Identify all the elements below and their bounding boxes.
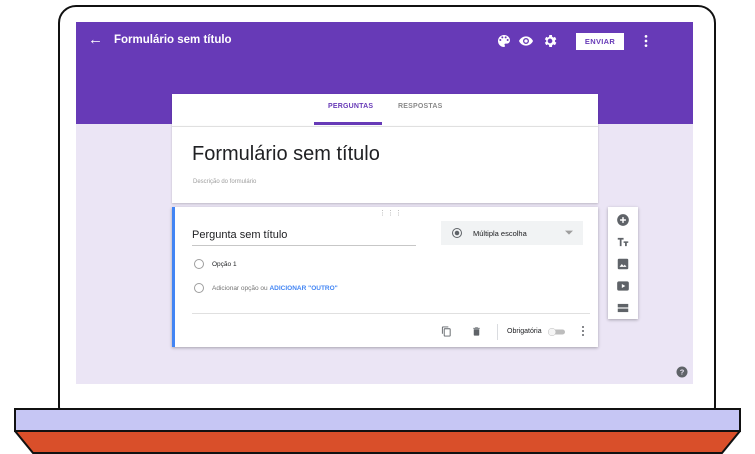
duplicate-icon[interactable] <box>441 326 452 337</box>
add-option-radio <box>194 283 204 293</box>
option-label[interactable]: Opção 1 <box>212 261 237 268</box>
app-screen: ← Formulário sem título ENVIAR PERGUNTAS… <box>76 22 693 384</box>
add-option-row: Adicionar opção ou ADICIONAR "OUTRO" <box>212 285 338 292</box>
question-type-dropdown[interactable]: Múltipla escolha <box>441 221 583 245</box>
more-vert-icon[interactable] <box>580 325 586 337</box>
tab-questions[interactable]: PERGUNTAS <box>328 103 373 110</box>
question-title-input[interactable]: Pergunta sem título <box>192 229 287 241</box>
top-bar: ← Formulário sem título ENVIAR <box>76 22 693 60</box>
question-type-label: Múltipla escolha <box>473 229 527 238</box>
image-icon[interactable] <box>616 257 630 271</box>
gear-icon[interactable] <box>542 33 558 49</box>
add-other-link[interactable]: ADICIONAR "OUTRO" <box>269 285 337 292</box>
drag-handle-icon[interactable]: ⋮⋮⋮ <box>379 209 403 217</box>
more-vert-icon[interactable] <box>638 33 654 49</box>
chevron-down-icon <box>565 230 573 235</box>
title-text-icon[interactable] <box>616 235 630 249</box>
active-tab-indicator <box>314 122 382 125</box>
tab-responses[interactable]: RESPOSTAS <box>398 103 442 110</box>
add-or-text: ou <box>258 285 270 292</box>
send-button[interactable]: ENVIAR <box>576 33 624 50</box>
svg-text:?: ? <box>680 368 685 377</box>
video-icon[interactable] <box>616 279 630 293</box>
section-icon[interactable] <box>616 301 630 315</box>
card-footer-divider <box>192 313 590 314</box>
help-icon[interactable]: ? <box>676 366 688 378</box>
add-option-link[interactable]: Adicionar opção <box>212 285 259 292</box>
footer-vertical-divider <box>497 324 498 340</box>
tabs-card: PERGUNTAS RESPOSTAS <box>172 94 598 126</box>
palette-icon[interactable] <box>496 33 512 49</box>
eye-icon[interactable] <box>518 33 534 49</box>
app-title: Formulário sem título <box>114 34 232 46</box>
back-arrow-icon[interactable]: ← <box>88 31 103 49</box>
laptop-base-top <box>14 408 741 432</box>
trash-icon[interactable] <box>471 326 482 337</box>
radio-button-icon <box>452 228 462 238</box>
form-description-field[interactable]: Descrição do formulário <box>193 179 256 185</box>
form-title[interactable]: Formulário sem título <box>192 143 380 166</box>
active-card-accent <box>172 207 175 347</box>
question-title-underline <box>192 245 416 246</box>
required-label: Obrigatória <box>507 328 542 335</box>
add-question-icon[interactable] <box>616 213 630 227</box>
form-header-card: Formulário sem título Descrição do formu… <box>172 126 598 203</box>
side-toolbar <box>608 207 638 319</box>
laptop-base-bottom <box>14 431 741 454</box>
question-card: ⋮⋮⋮ Pergunta sem título Múltipla escolha… <box>172 207 598 347</box>
required-toggle[interactable] <box>548 328 566 336</box>
option-radio <box>194 259 204 269</box>
